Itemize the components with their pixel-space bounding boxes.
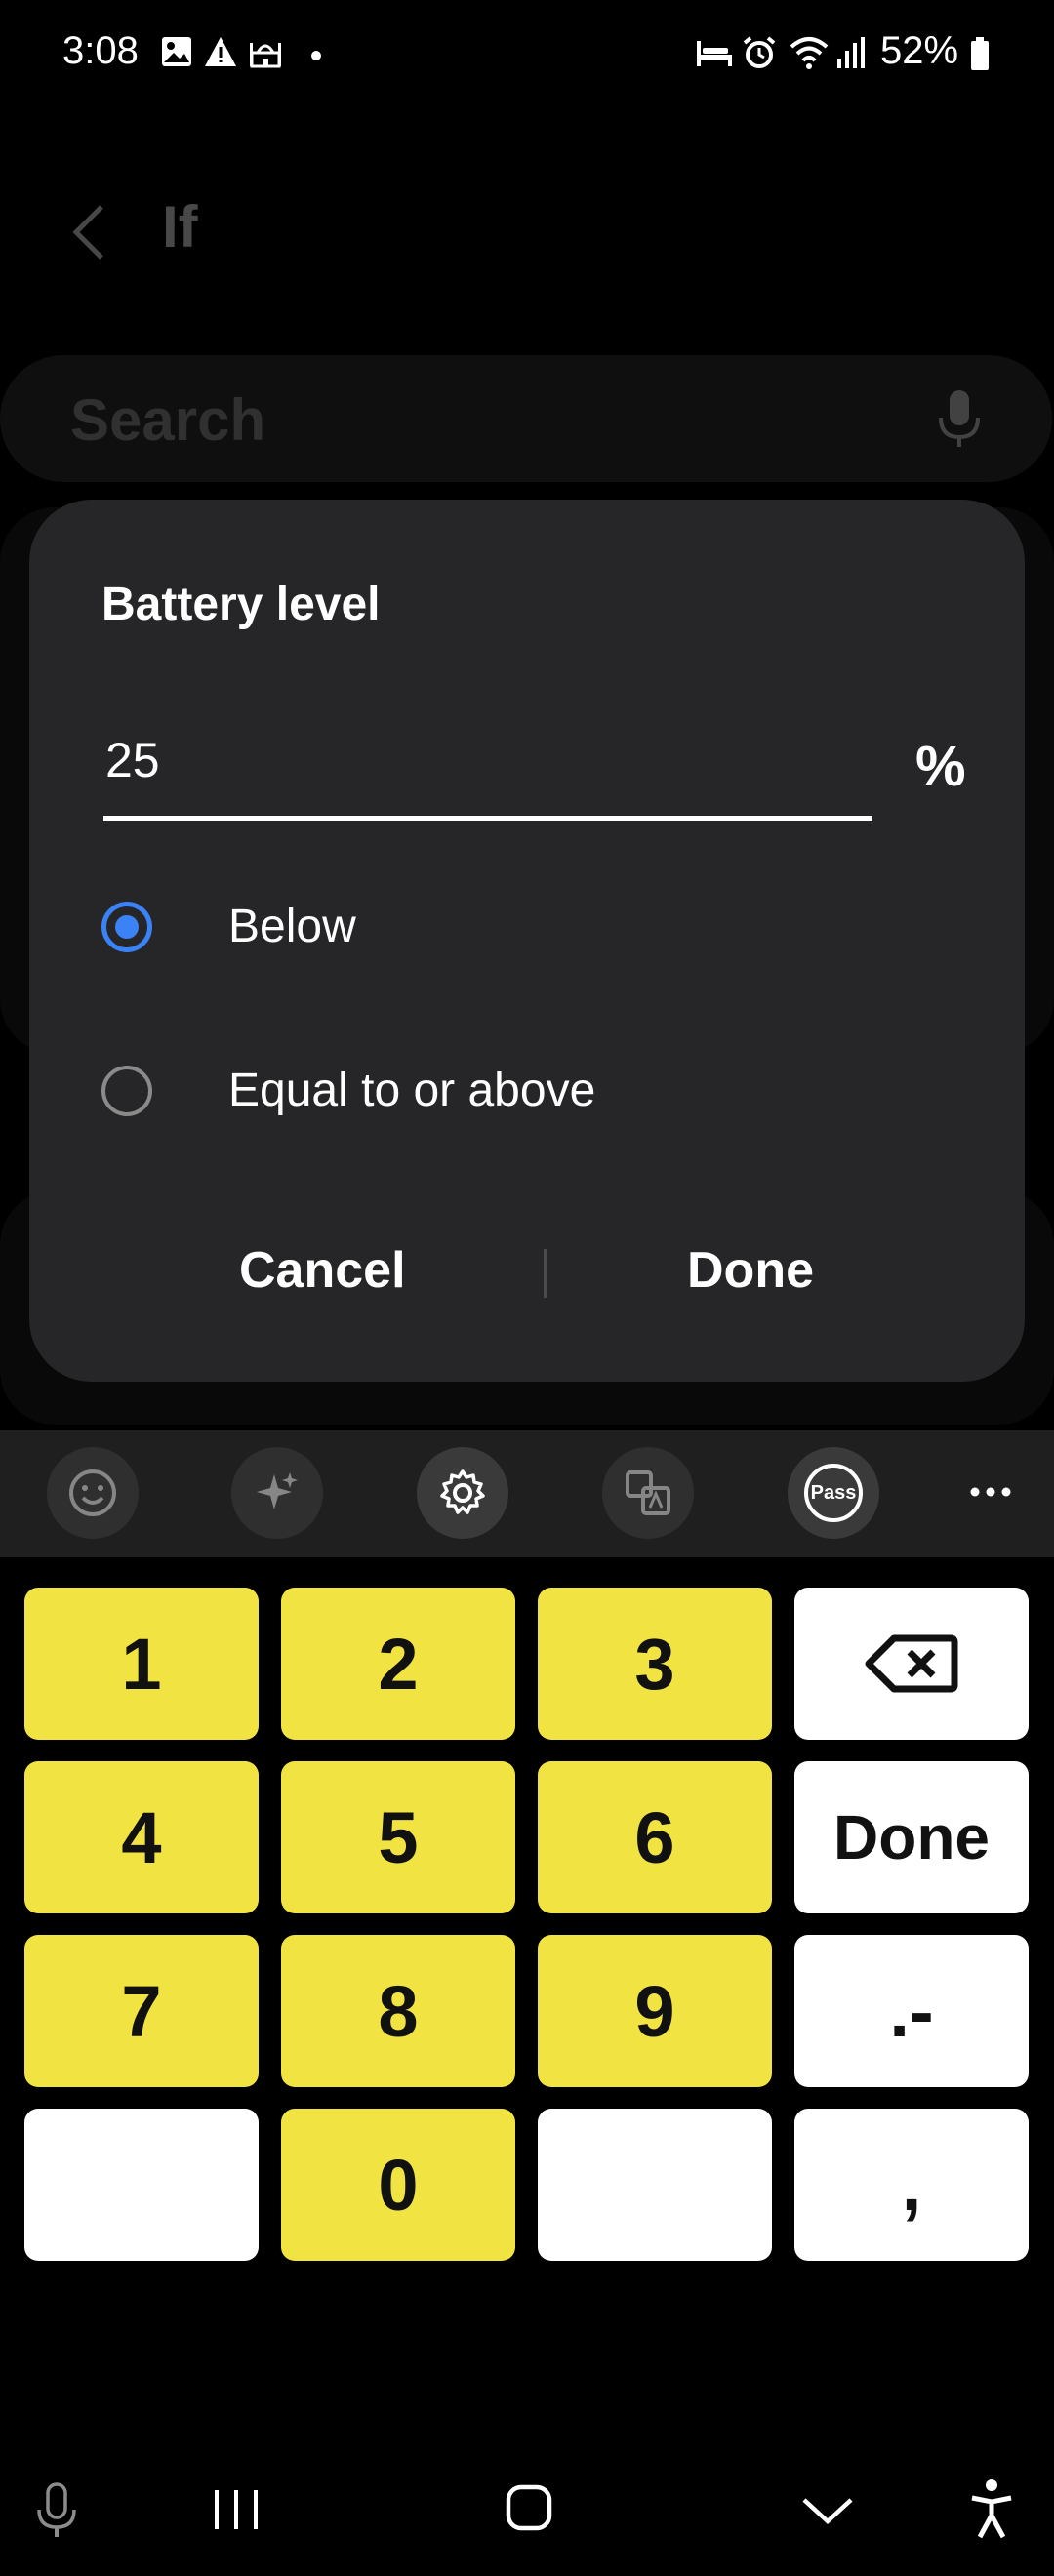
cancel-button[interactable]: Cancel: [239, 1241, 406, 1300]
key-3[interactable]: 3: [538, 1588, 772, 1740]
settings-icon[interactable]: [417, 1447, 508, 1539]
backspace-key[interactable]: [794, 1588, 1029, 1740]
translate-icon[interactable]: [602, 1447, 694, 1539]
emoji-icon[interactable]: [47, 1447, 139, 1539]
keyboard-toolbar: [0, 1430, 1054, 1557]
pass-icon-label: Pass: [810, 1481, 857, 1504]
back-arrow-icon[interactable]: [66, 201, 113, 268]
page-title: If: [162, 194, 198, 260]
key-1[interactable]: 1: [24, 1588, 259, 1740]
key-6[interactable]: 6: [538, 1761, 772, 1913]
blank-key-left[interactable]: [24, 2109, 259, 2261]
decimal-minus-key[interactable]: .-: [794, 1935, 1029, 2087]
comma-key[interactable]: ,: [794, 2109, 1029, 2261]
percent-unit-label: %: [915, 735, 966, 798]
pass-icon[interactable]: Pass: [788, 1447, 879, 1539]
button-divider: [544, 1249, 547, 1298]
equal-or-above-option-label[interactable]: Equal to or above: [228, 1064, 595, 1117]
voice-input-icon[interactable]: [35, 2482, 78, 2546]
input-underline: [103, 816, 872, 821]
hide-keyboard-icon[interactable]: [800, 2494, 855, 2532]
equal-or-above-radio[interactable]: [101, 1066, 152, 1116]
accessibility-icon[interactable]: [968, 2478, 1015, 2546]
battery-level-input[interactable]: 25: [105, 732, 160, 788]
below-radio[interactable]: [101, 902, 152, 952]
sparkle-icon[interactable]: [231, 1447, 323, 1539]
key-4[interactable]: 4: [24, 1761, 259, 1913]
navigation-bar: [0, 2439, 1054, 2576]
key-7[interactable]: 7: [24, 1935, 259, 2087]
dialog-title: Battery level: [101, 579, 381, 630]
done-button[interactable]: Done: [687, 1241, 814, 1300]
key-0[interactable]: 0: [281, 2109, 515, 2261]
search-input[interactable]: Search: [70, 386, 265, 454]
backspace-icon: [865, 1634, 958, 1693]
keyboard-done-key[interactable]: Done: [794, 1761, 1029, 1913]
below-option-label[interactable]: Below: [228, 900, 356, 953]
blank-key-right[interactable]: [538, 2109, 772, 2261]
mic-icon[interactable]: [937, 388, 982, 456]
key-5[interactable]: 5: [281, 1761, 515, 1913]
key-2[interactable]: 2: [281, 1588, 515, 1740]
recent-apps-icon[interactable]: [211, 2488, 262, 2536]
key-8[interactable]: 8: [281, 1935, 515, 2087]
home-icon[interactable]: [506, 2484, 552, 2536]
key-9[interactable]: 9: [538, 1935, 772, 2087]
battery-level-dialog: [29, 500, 1025, 1382]
more-icon[interactable]: [968, 1477, 1013, 1511]
